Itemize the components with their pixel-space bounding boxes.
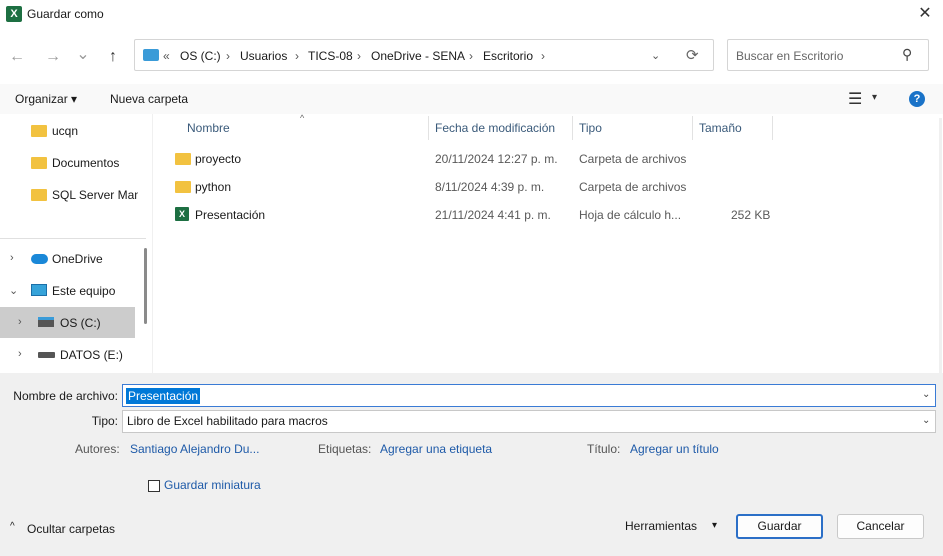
tree-item-os-c[interactable]: OS (C:) (60, 316, 101, 330)
folder-icon (175, 181, 191, 193)
authors-label: Autores: (75, 442, 120, 456)
search-placeholder: Buscar en Escritorio (736, 49, 844, 63)
tags-label: Etiquetas: (318, 442, 372, 456)
file-type: Carpeta de archivos (579, 180, 687, 194)
breadcrumb-separator[interactable]: › (469, 49, 473, 63)
window-title: Guardar como (27, 7, 104, 21)
onedrive-cloud-icon (31, 254, 48, 264)
file-type: Carpeta de archivos (579, 152, 687, 166)
breadcrumb-separator[interactable]: › (226, 49, 230, 63)
file-modified: 8/11/2024 4:39 p. m. (435, 180, 545, 194)
breadcrumb-separator[interactable]: › (541, 49, 545, 63)
tree-item-ucqn[interactable]: ucqn (52, 124, 78, 138)
expand-chevron-icon[interactable]: › (18, 348, 22, 360)
folder-icon (175, 153, 191, 165)
breadcrumb-usuarios[interactable]: Usuarios (240, 49, 287, 63)
breadcrumb-overflow[interactable]: « (163, 49, 170, 63)
folder-icon (31, 157, 47, 169)
breadcrumb-tics-08[interactable]: TICS-08 (308, 49, 353, 63)
cancel-button[interactable]: Cancelar (837, 514, 924, 539)
hide-folders-chevron-icon[interactable]: ^ (10, 521, 15, 532)
view-options-caret-icon[interactable]: ▾ (872, 92, 877, 103)
tree-item-documentos[interactable]: Documentos (52, 156, 119, 170)
tree-item-onedrive[interactable]: OneDrive (52, 252, 103, 266)
breadcrumb-escritorio[interactable]: Escritorio (483, 49, 533, 63)
column-separator[interactable] (572, 116, 573, 140)
computer-icon (31, 284, 47, 296)
view-options-icon[interactable]: ☰ (848, 89, 862, 109)
organize-menu-button[interactable]: Organizar ▾ (15, 92, 77, 106)
tags-field[interactable]: Agregar una etiqueta (380, 442, 492, 456)
new-folder-button[interactable]: Nueva carpeta (110, 92, 188, 106)
folder-icon (31, 125, 47, 137)
help-icon[interactable]: ? (909, 91, 925, 107)
save-button[interactable]: Guardar (736, 514, 823, 539)
file-modified: 20/11/2024 12:27 p. m. (435, 152, 558, 166)
close-icon[interactable]: ✕ (913, 4, 937, 24)
excel-file-icon: X (175, 207, 189, 221)
navigation-scrollbar[interactable] (144, 248, 147, 324)
column-header-name[interactable]: Nombre (187, 121, 230, 135)
type-value[interactable]: Libro de Excel habilitado para macros (127, 414, 328, 428)
folder-icon (31, 189, 47, 201)
tools-caret-icon[interactable]: ▾ (712, 520, 717, 531)
title-field[interactable]: Agregar un título (630, 442, 719, 456)
hide-folders-button[interactable]: Ocultar carpetas (27, 522, 115, 536)
tools-menu-button[interactable]: Herramientas (625, 519, 697, 533)
tree-divider (0, 238, 146, 239)
up-arrow-icon[interactable]: ↑ (102, 46, 124, 68)
save-thumbnail-checkbox[interactable] (148, 480, 160, 492)
recent-locations-chevron-icon[interactable]: ⌄ (72, 44, 94, 66)
forward-arrow-icon[interactable]: → (42, 46, 64, 68)
drive-location-icon (143, 49, 159, 61)
file-modified: 21/11/2024 4:41 p. m. (435, 208, 551, 222)
type-label: Tipo: (91, 414, 118, 428)
breadcrumb-separator[interactable]: › (295, 49, 299, 63)
column-separator[interactable] (692, 116, 693, 140)
save-thumbnail-label[interactable]: Guardar miniatura (164, 478, 261, 492)
filename-value[interactable]: Presentación (126, 388, 201, 404)
column-separator[interactable] (772, 116, 773, 140)
title-bar (0, 0, 943, 28)
file-list-scrollbar[interactable] (939, 118, 942, 373)
column-header-type[interactable]: Tipo (579, 121, 602, 135)
type-dropdown-chevron-icon[interactable]: ⌄ (922, 415, 930, 426)
search-icon[interactable]: ⚲ (902, 46, 912, 63)
collapse-chevron-icon[interactable]: ⌄ (9, 284, 18, 297)
file-name[interactable]: python (195, 180, 231, 194)
file-type: Hoja de cálculo h... (579, 208, 682, 222)
filename-label: Nombre de archivo: (13, 389, 118, 403)
column-separator[interactable] (428, 116, 429, 140)
breadcrumb-os-c[interactable]: OS (C:) (180, 49, 221, 63)
tree-item-este-equipo[interactable]: Este equipo (52, 284, 115, 298)
column-header-modified[interactable]: Fecha de modificación (435, 121, 555, 135)
address-dropdown-chevron-icon[interactable]: ⌄ (651, 49, 660, 62)
column-header-size[interactable]: Tamaño (699, 121, 742, 135)
expand-chevron-icon[interactable]: › (10, 252, 14, 264)
breadcrumb-separator[interactable]: › (357, 49, 361, 63)
back-arrow-icon[interactable]: ← (6, 46, 28, 68)
drive-icon (38, 317, 54, 327)
tree-item-sql-server[interactable]: SQL Server Man (52, 188, 138, 202)
sort-ascending-icon: ^ (300, 113, 305, 123)
breadcrumb-onedrive-sena[interactable]: OneDrive - SENA (371, 49, 465, 63)
filename-dropdown-chevron-icon[interactable]: ⌄ (922, 389, 930, 400)
tree-item-datos-e[interactable]: DATOS (E:) (60, 348, 123, 362)
file-name[interactable]: proyecto (195, 152, 241, 166)
file-name[interactable]: Presentación (195, 208, 265, 222)
expand-chevron-icon[interactable]: › (18, 316, 22, 328)
file-size: 252 KB (731, 208, 771, 222)
authors-field[interactable]: Santiago Alejandro Du... (130, 442, 259, 456)
excel-app-icon: X (6, 6, 22, 22)
refresh-icon[interactable]: ⟳ (686, 46, 699, 64)
title-label: Título: (587, 442, 621, 456)
filename-input[interactable] (122, 384, 936, 407)
drive-icon (38, 352, 55, 358)
